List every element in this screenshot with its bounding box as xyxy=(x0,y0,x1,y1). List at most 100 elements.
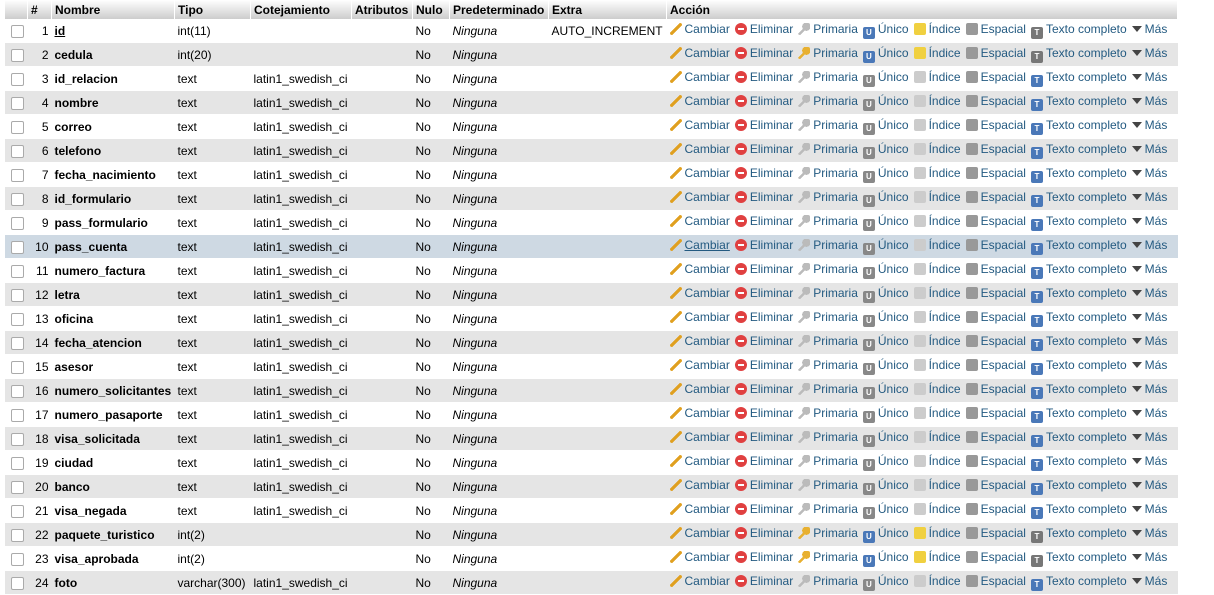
spatial-button[interactable]: Espacial xyxy=(965,94,1026,108)
more-button[interactable]: Más xyxy=(1131,358,1167,372)
index-button[interactable]: Índice xyxy=(913,334,961,348)
unique-button[interactable]: U Único xyxy=(862,214,909,231)
unique-button[interactable]: U Único xyxy=(862,454,909,471)
more-button[interactable]: Más xyxy=(1131,94,1167,108)
fulltext-button[interactable]: T Texto completo xyxy=(1030,358,1127,375)
unique-button[interactable]: U Único xyxy=(862,166,909,183)
drop-button[interactable]: Eliminar xyxy=(734,238,793,252)
index-button[interactable]: Índice xyxy=(913,286,961,300)
change-button[interactable]: Cambiar xyxy=(669,526,730,540)
change-button[interactable]: Cambiar xyxy=(669,310,730,324)
drop-button[interactable]: Eliminar xyxy=(734,118,793,132)
more-button[interactable]: Más xyxy=(1131,70,1167,84)
row-checkbox[interactable] xyxy=(11,144,24,158)
drop-button[interactable]: Eliminar xyxy=(734,502,793,516)
index-button[interactable]: Índice xyxy=(913,574,961,588)
spatial-button[interactable]: Espacial xyxy=(965,238,1026,252)
fulltext-button[interactable]: T Texto completo xyxy=(1030,22,1127,39)
more-button[interactable]: Más xyxy=(1131,526,1167,540)
more-button[interactable]: Más xyxy=(1131,334,1167,348)
fulltext-button[interactable]: T Texto completo xyxy=(1030,142,1127,159)
row-checkbox[interactable] xyxy=(11,48,24,62)
row-checkbox[interactable] xyxy=(11,24,24,38)
row-checkbox[interactable] xyxy=(11,456,24,470)
primary-button[interactable]: Primaria xyxy=(798,430,858,444)
more-button[interactable]: Más xyxy=(1131,310,1167,324)
unique-button[interactable]: U Único xyxy=(862,94,909,111)
fulltext-button[interactable]: T Texto completo xyxy=(1030,118,1127,135)
fulltext-button[interactable]: T Texto completo xyxy=(1030,190,1127,207)
drop-button[interactable]: Eliminar xyxy=(734,166,793,180)
more-button[interactable]: Más xyxy=(1131,190,1167,204)
more-button[interactable]: Más xyxy=(1131,286,1167,300)
change-button[interactable]: Cambiar xyxy=(669,574,730,588)
unique-button[interactable]: U Único xyxy=(862,358,909,375)
change-button[interactable]: Cambiar xyxy=(669,262,730,276)
change-button[interactable]: Cambiar xyxy=(669,334,730,348)
drop-button[interactable]: Eliminar xyxy=(734,334,793,348)
change-button[interactable]: Cambiar xyxy=(669,190,730,204)
fulltext-button[interactable]: T Texto completo xyxy=(1030,550,1127,567)
row-checkbox[interactable] xyxy=(11,336,24,350)
index-button[interactable]: Índice xyxy=(913,430,961,444)
spatial-button[interactable]: Espacial xyxy=(965,526,1026,540)
change-button[interactable]: Cambiar xyxy=(669,94,730,108)
primary-button[interactable]: Primaria xyxy=(798,550,858,564)
index-button[interactable]: Índice xyxy=(913,454,961,468)
change-button[interactable]: Cambiar xyxy=(669,22,730,36)
index-button[interactable]: Índice xyxy=(913,406,961,420)
change-button[interactable]: Cambiar xyxy=(669,286,730,300)
row-checkbox[interactable] xyxy=(11,552,24,566)
fulltext-button[interactable]: T Texto completo xyxy=(1030,334,1127,351)
spatial-button[interactable]: Espacial xyxy=(965,334,1026,348)
primary-button[interactable]: Primaria xyxy=(798,574,858,588)
spatial-button[interactable]: Espacial xyxy=(965,286,1026,300)
primary-button[interactable]: Primaria xyxy=(798,478,858,492)
primary-button[interactable]: Primaria xyxy=(798,358,858,372)
fulltext-button[interactable]: T Texto completo xyxy=(1030,574,1127,591)
more-button[interactable]: Más xyxy=(1131,238,1167,252)
spatial-button[interactable]: Espacial xyxy=(965,22,1026,36)
index-button[interactable]: Índice xyxy=(913,262,961,276)
drop-button[interactable]: Eliminar xyxy=(734,454,793,468)
drop-button[interactable]: Eliminar xyxy=(734,286,793,300)
drop-button[interactable]: Eliminar xyxy=(734,70,793,84)
more-button[interactable]: Más xyxy=(1131,118,1167,132)
more-button[interactable]: Más xyxy=(1131,22,1167,36)
unique-button[interactable]: U Único xyxy=(862,142,909,159)
primary-button[interactable]: Primaria xyxy=(798,22,858,36)
row-checkbox[interactable] xyxy=(11,384,24,398)
index-button[interactable]: Índice xyxy=(913,22,961,36)
primary-button[interactable]: Primaria xyxy=(798,454,858,468)
spatial-button[interactable]: Espacial xyxy=(965,358,1026,372)
more-button[interactable]: Más xyxy=(1131,478,1167,492)
primary-button[interactable]: Primaria xyxy=(798,142,858,156)
primary-button[interactable]: Primaria xyxy=(798,382,858,396)
primary-button[interactable]: Primaria xyxy=(798,238,858,252)
unique-button[interactable]: U Único xyxy=(862,262,909,279)
row-checkbox[interactable] xyxy=(11,264,24,278)
more-button[interactable]: Más xyxy=(1131,46,1167,60)
row-checkbox[interactable] xyxy=(11,288,24,302)
drop-button[interactable]: Eliminar xyxy=(734,22,793,36)
change-button[interactable]: Cambiar xyxy=(669,214,730,228)
primary-button[interactable]: Primaria xyxy=(798,262,858,276)
row-checkbox[interactable] xyxy=(11,72,24,86)
primary-button[interactable]: Primaria xyxy=(798,70,858,84)
index-button[interactable]: Índice xyxy=(913,94,961,108)
unique-button[interactable]: U Único xyxy=(862,238,909,255)
primary-button[interactable]: Primaria xyxy=(798,190,858,204)
primary-button[interactable]: Primaria xyxy=(798,310,858,324)
drop-button[interactable]: Eliminar xyxy=(734,526,793,540)
unique-button[interactable]: U Único xyxy=(862,406,909,423)
change-button[interactable]: Cambiar xyxy=(669,454,730,468)
change-button[interactable]: Cambiar xyxy=(669,382,730,396)
more-button[interactable]: Más xyxy=(1131,406,1167,420)
drop-button[interactable]: Eliminar xyxy=(734,142,793,156)
drop-button[interactable]: Eliminar xyxy=(734,382,793,396)
column-header[interactable]: # xyxy=(27,0,52,19)
spatial-button[interactable]: Espacial xyxy=(965,142,1026,156)
change-button[interactable]: Cambiar xyxy=(669,166,730,180)
row-checkbox[interactable] xyxy=(11,480,24,494)
spatial-button[interactable]: Espacial xyxy=(965,382,1026,396)
